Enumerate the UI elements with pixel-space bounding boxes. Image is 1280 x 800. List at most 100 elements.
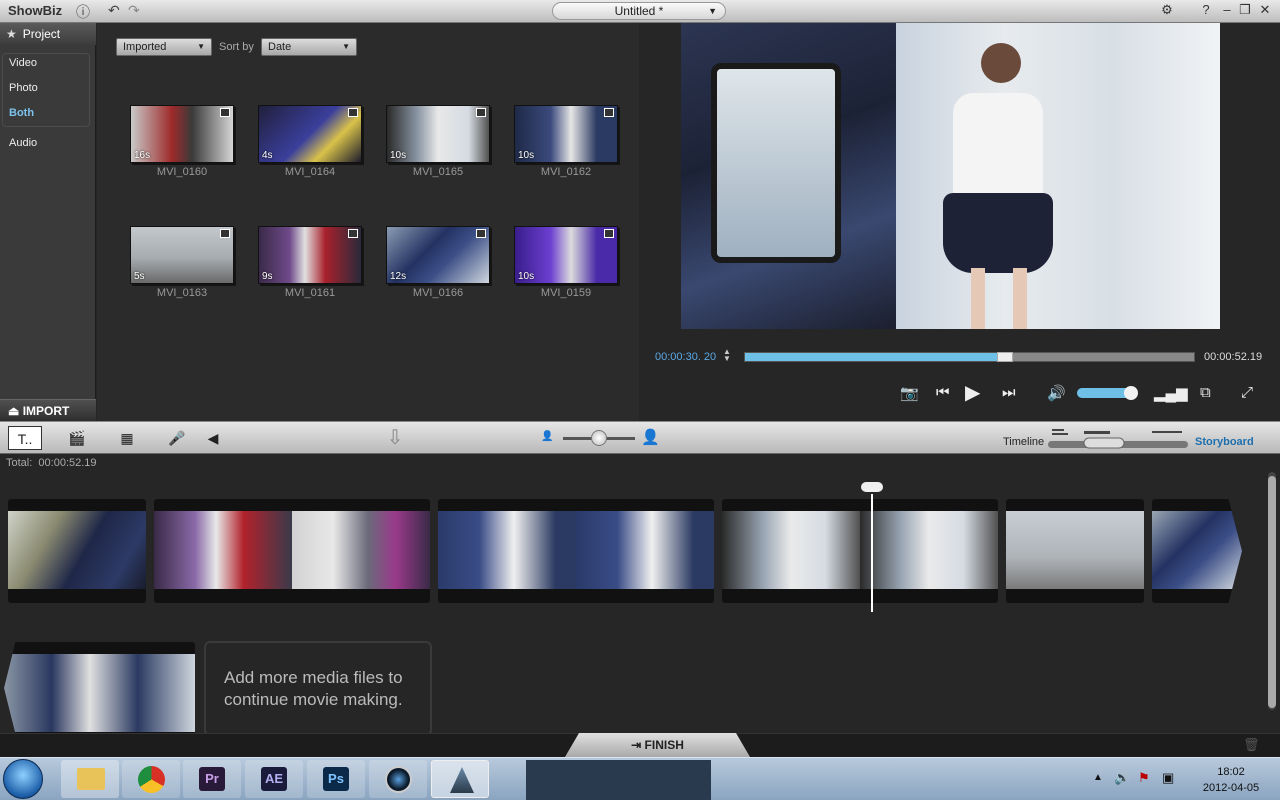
view-mode-switch[interactable] <box>1048 428 1188 450</box>
title-tool-icon[interactable]: T.. <box>8 426 42 450</box>
taskbar-camera-app[interactable] <box>369 760 427 798</box>
sidebar-item-photo[interactable]: Photo <box>9 82 38 94</box>
library-clip[interactable]: 4s <box>258 105 362 163</box>
project-header[interactable]: ★ Project <box>0 23 96 45</box>
storyboard-clip[interactable] <box>1006 499 1144 603</box>
library-clip[interactable]: 16s <box>130 105 234 163</box>
speaker-icon[interactable]: 🔊 <box>1047 384 1066 402</box>
zoom-in-icon[interactable]: 👤 <box>641 428 660 446</box>
storyboard-clip[interactable] <box>722 499 998 603</box>
clip-frame <box>154 511 292 589</box>
taskbar-chrome[interactable] <box>122 760 180 798</box>
film-icon <box>604 229 614 238</box>
info-icon[interactable]: ⓘ <box>76 2 90 22</box>
storyboard-clip[interactable] <box>154 499 430 603</box>
restore-button[interactable]: ❐ <box>1236 2 1254 18</box>
app-name: ShowBiz <box>8 3 63 18</box>
sidebar-item-both[interactable]: Both <box>9 107 34 119</box>
clip-frame <box>438 511 576 589</box>
clock-date[interactable]: 2012-04-05 <box>1196 782 1266 794</box>
tray-flag-icon[interactable]: ⚑ <box>1138 770 1150 786</box>
playhead[interactable] <box>871 494 873 612</box>
current-time[interactable]: 00:00:30. 20 <box>655 351 716 363</box>
clip-duration: 10s <box>518 150 535 161</box>
playhead-handle[interactable] <box>861 482 883 492</box>
storyboard-clip[interactable] <box>438 499 714 603</box>
clapper-icon[interactable]: 🎬 <box>60 426 94 450</box>
project-selector[interactable]: Untitled * ▼ <box>552 2 726 20</box>
timeline-view-button[interactable]: Timeline <box>1003 436 1044 448</box>
scrub-progress <box>745 353 1006 361</box>
taskbar-showbiz[interactable] <box>431 760 489 798</box>
help-button[interactable]: ? <box>1197 2 1215 17</box>
clip-name: MVI_0164 <box>284 166 336 178</box>
quality-icon[interactable]: ▂▄▆ <box>1154 384 1188 402</box>
media-type-sidebar: ★ Project Video Photo Both Audio ⏏ IMPORT <box>0 23 96 421</box>
sort-by-label: Sort by <box>219 41 254 53</box>
person-top <box>953 93 1043 203</box>
car-window <box>711 63 841 263</box>
undo-icon[interactable]: ↶ <box>108 2 120 19</box>
chevron-down-icon: ▼ <box>342 42 350 51</box>
title-bar: ShowBiz ⓘ ↶ ↷ Untitled * ▼ ⚙ ? – ❐ ✕ <box>0 0 1280 23</box>
volume-handle[interactable] <box>1124 386 1138 400</box>
total-value: 00:00:52.19 <box>38 457 97 469</box>
redo-icon[interactable]: ↷ <box>128 2 140 19</box>
storyboard-view-button[interactable]: Storyboard <box>1195 436 1254 448</box>
film-icon <box>476 108 486 117</box>
zoom-handle[interactable] <box>591 430 607 446</box>
fullscreen-icon[interactable]: ⤢ <box>1241 384 1253 401</box>
storyboard-clip[interactable] <box>1152 499 1242 603</box>
next-frame-icon[interactable]: ⏭ <box>1002 384 1016 401</box>
taskbar-premiere[interactable]: Pr <box>183 760 241 798</box>
transition-tool-icon[interactable]: ▦ <box>110 426 144 450</box>
minimize-button[interactable]: – <box>1218 2 1236 17</box>
collapse-arrow-icon[interactable]: ◀ <box>204 426 222 450</box>
scrollbar-thumb[interactable] <box>1268 476 1276 708</box>
scrub-handle[interactable] <box>997 352 1014 362</box>
time-stepper-icon[interactable]: ▲ ▼ <box>723 348 731 363</box>
filter-dropdown[interactable]: Imported ▼ <box>116 38 212 56</box>
film-icon <box>348 108 358 117</box>
tray-volume-icon[interactable]: 🔊 <box>1114 770 1130 786</box>
microphone-icon[interactable]: 🎤 <box>160 426 194 450</box>
add-more-text-line2: continue movie making. <box>224 690 403 709</box>
showbiz-icon <box>450 767 474 793</box>
scrub-bar[interactable] <box>744 352 1195 362</box>
total-label: Total: <box>6 457 33 469</box>
aspect-ratio-icon[interactable]: ⧉ <box>1200 384 1211 401</box>
clip-duration: 4s <box>262 150 273 161</box>
tray-network-icon[interactable]: ▣ <box>1162 770 1174 786</box>
camera-icon[interactable]: 📷 <box>900 384 919 402</box>
sidebar-item-video[interactable]: Video <box>9 57 37 69</box>
clock-time[interactable]: 18:02 <box>1196 766 1266 778</box>
library-clip[interactable]: 12s <box>386 226 490 284</box>
library-clip[interactable]: 10s <box>514 105 618 163</box>
zoom-out-icon[interactable]: 👤 <box>541 431 553 442</box>
gear-icon[interactable]: ⚙ <box>1158 2 1176 18</box>
previous-frame-icon[interactable]: ⏮ <box>936 384 950 401</box>
library-clip[interactable]: 10s <box>514 226 618 284</box>
library-clip[interactable]: 10s <box>386 105 490 163</box>
close-button[interactable]: ✕ <box>1256 2 1274 18</box>
trash-icon[interactable]: 🗑 <box>1243 737 1260 753</box>
library-clip[interactable]: 5s <box>130 226 234 284</box>
library-clip[interactable]: 9s <box>258 226 362 284</box>
add-media-placeholder[interactable]: Add more media files to continue movie m… <box>204 641 432 736</box>
sidebar-item-audio[interactable]: Audio <box>9 137 37 149</box>
total-time: 00:00:52.19 <box>1204 351 1263 363</box>
start-button[interactable] <box>3 759 43 799</box>
taskbar-after-effects[interactable]: AE <box>245 760 303 798</box>
video-preview[interactable] <box>681 23 1220 329</box>
play-icon[interactable]: ▶ <box>965 380 980 405</box>
finish-button[interactable]: ⇥ FINISH <box>565 733 750 757</box>
sort-dropdown[interactable]: Date ▼ <box>261 38 357 56</box>
taskbar-photoshop[interactable]: Ps <box>307 760 365 798</box>
storyboard-clip[interactable] <box>8 499 146 603</box>
total-duration: Total: 00:00:52.19 <box>6 457 97 469</box>
storyboard-clip[interactable] <box>4 642 195 734</box>
taskbar-explorer[interactable] <box>61 760 119 798</box>
film-icon <box>220 229 230 238</box>
tray-expand-icon[interactable]: ▲ <box>1093 772 1103 783</box>
import-button[interactable]: ⏏ IMPORT <box>0 399 96 421</box>
